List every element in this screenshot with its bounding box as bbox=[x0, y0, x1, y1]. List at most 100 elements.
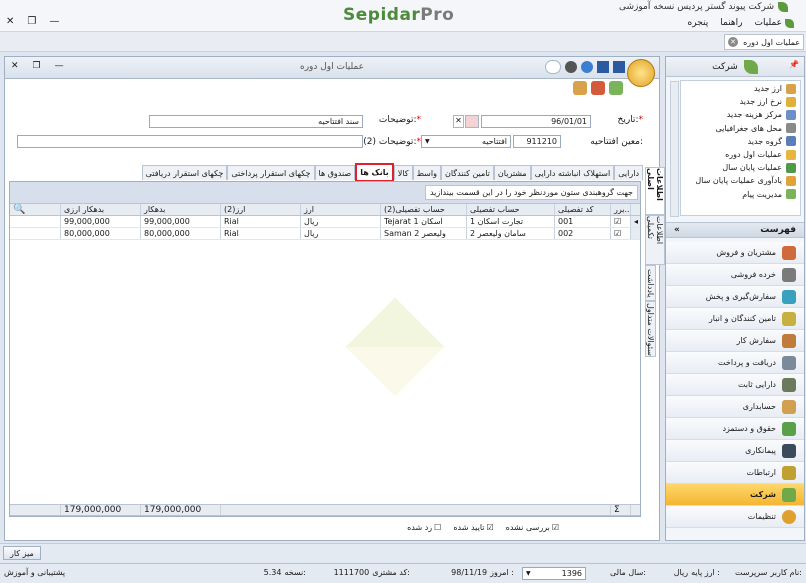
dropdown-icon[interactable] bbox=[545, 60, 561, 74]
group-icon bbox=[786, 136, 796, 147]
table-row[interactable]: ☑ 002 سامان ولیعصر 2 Saman ولیعصر 2 ریال… bbox=[10, 228, 640, 240]
sidebar-item-payroll[interactable]: حقوق و دستمزد bbox=[666, 418, 804, 440]
app-orb-icon[interactable] bbox=[627, 59, 655, 87]
search-icon[interactable]: 🔍 bbox=[10, 204, 60, 215]
sidebar-item-payments[interactable]: دریافت و پرداخت bbox=[666, 352, 804, 374]
row-checkbox[interactable]: ☑ bbox=[610, 216, 630, 227]
list-item[interactable]: عملیات پایان سال bbox=[681, 161, 800, 174]
new-doc-icon[interactable] bbox=[573, 81, 587, 95]
tab-banks[interactable]: بانک ها bbox=[355, 163, 394, 182]
support-link[interactable]: پشتیبانی و آموزش bbox=[4, 568, 65, 577]
col-debit[interactable]: بدهکار bbox=[140, 204, 220, 215]
list-item[interactable]: یادآوری عملیات پایان سال bbox=[681, 174, 800, 187]
list-item[interactable]: محل های جغرافیایی bbox=[681, 122, 800, 135]
list-item[interactable]: مدیریت پیام bbox=[681, 188, 800, 201]
document-tabstrip bbox=[0, 32, 806, 52]
sidebar-item-accounting[interactable]: حسابداری bbox=[666, 396, 804, 418]
chevron-down-icon[interactable]: ▼ bbox=[425, 138, 430, 145]
col-debit-fx[interactable]: بدهکار ارزی bbox=[60, 204, 140, 215]
side-tab-notes[interactable]: یادداشت bbox=[645, 265, 656, 301]
sidebar-item-communications[interactable]: ارتباطات bbox=[666, 462, 804, 484]
communications-icon bbox=[782, 465, 796, 480]
gear-icon bbox=[782, 509, 796, 524]
sidebar-item-suppliers[interactable]: تامین کنندگان و انبار bbox=[666, 308, 804, 330]
category-tabs: دارایی استهلاک انباشته دارایی مشتریان تا… bbox=[141, 163, 643, 182]
grid-panel: جهت گروهبندی ستون موردنظر خود را در این … bbox=[9, 181, 641, 517]
tab-intermediary[interactable]: واسط bbox=[412, 165, 441, 180]
list-item[interactable]: مرکز هزینه جدید bbox=[681, 108, 800, 121]
tab-goods[interactable]: کالا bbox=[393, 165, 413, 180]
opening-account-select[interactable]: ▼ افتتاحیه bbox=[421, 135, 511, 148]
clear-date-icon[interactable]: ✕ bbox=[453, 115, 464, 128]
tab-customers[interactable]: مشتریان bbox=[493, 165, 531, 180]
col-account[interactable]: حساب تفصیلی bbox=[466, 204, 554, 215]
list-item[interactable]: ارز جدید bbox=[681, 82, 800, 95]
row-indicator: ◂ bbox=[630, 216, 640, 227]
app-leaf-icon bbox=[778, 2, 788, 12]
filter-unchecked[interactable]: ☑ بررسی نشده bbox=[506, 523, 559, 532]
rate-icon bbox=[786, 96, 796, 107]
col-check[interactable]: برر... bbox=[610, 204, 630, 215]
sidebar-item-fixed-assets[interactable]: دارایی ثابت bbox=[666, 374, 804, 396]
sidebar-item-retail[interactable]: خرده فروشی bbox=[666, 264, 804, 286]
collapse-icon[interactable]: « bbox=[674, 225, 680, 235]
list-item[interactable]: گروه جدید bbox=[681, 135, 800, 148]
opening-account-code[interactable]: 911210 bbox=[513, 135, 561, 148]
menu-operations[interactable]: عملیات bbox=[755, 18, 794, 28]
close-icon[interactable]: ✕ bbox=[6, 16, 14, 27]
settings-icon[interactable] bbox=[565, 61, 577, 73]
confirm-icon[interactable] bbox=[609, 81, 623, 95]
sidebar-item-company[interactable]: شرکت bbox=[666, 484, 804, 506]
tab-suppliers[interactable]: تامین کنندگان bbox=[440, 165, 494, 180]
col-currency2[interactable]: ارز(2) bbox=[220, 204, 300, 215]
table-row[interactable]: ◂ ☑ 001 تجارت اسکان 1 Tejarat اسکان 1 ری… bbox=[10, 216, 640, 228]
desk-button[interactable]: میز کار bbox=[3, 546, 41, 560]
sidebar-item-settings[interactable]: تنظیمات bbox=[666, 506, 804, 528]
minimize-icon[interactable]: — bbox=[49, 16, 59, 27]
tab-assets[interactable]: دارایی bbox=[614, 165, 643, 180]
description2-input[interactable] bbox=[17, 135, 363, 148]
list-item[interactable]: عملیات اول دوره bbox=[681, 148, 800, 161]
save-icon[interactable] bbox=[597, 61, 609, 73]
col-currency[interactable]: ارز bbox=[300, 204, 380, 215]
row-checkbox[interactable]: ☑ bbox=[610, 228, 630, 239]
year-end-icon bbox=[786, 162, 796, 173]
sidebar-item-sales[interactable]: مشتریان و فروش bbox=[666, 242, 804, 264]
sidebar-item-contracting[interactable]: پیمانکاری bbox=[666, 440, 804, 462]
restore-icon[interactable]: ❐ bbox=[27, 16, 36, 27]
menu-help[interactable]: راهنما bbox=[720, 18, 742, 28]
description-input[interactable]: سند افتتاحیه bbox=[149, 115, 363, 128]
side-tab-faq[interactable]: سئوالات متداول bbox=[645, 301, 656, 357]
sidebar-item-work-order[interactable]: سفارش کار bbox=[666, 330, 804, 352]
menu-window[interactable]: پنجره bbox=[688, 18, 709, 28]
pin-icon[interactable]: 📌 bbox=[789, 60, 799, 69]
sidebar-scrollbar[interactable] bbox=[670, 81, 679, 217]
col-code[interactable]: کد تفصیلی bbox=[554, 204, 610, 215]
delete-icon[interactable] bbox=[591, 81, 605, 95]
form-toolbar bbox=[545, 60, 625, 74]
help-icon[interactable] bbox=[581, 61, 593, 73]
cell-account2: Saman ولیعصر 2 bbox=[380, 228, 466, 239]
tab-payable-checks[interactable]: چکهای استقرار پرداختی bbox=[227, 165, 315, 180]
chevron-down-icon[interactable]: ▼ bbox=[526, 570, 531, 577]
fiscal-year-select[interactable]: ▼ 1396 bbox=[522, 567, 586, 580]
close-tab-icon[interactable]: ✕ bbox=[728, 37, 738, 47]
tab-cash-boxes[interactable]: صندوق ها bbox=[314, 165, 356, 180]
sidebar-item-distribution[interactable]: سفارش‌گیری و پخش bbox=[666, 286, 804, 308]
side-tab-main[interactable]: اطلاعات اصلی bbox=[645, 167, 665, 215]
list-header[interactable]: فهرست « bbox=[666, 222, 804, 238]
date-input[interactable]: 96/01/01 bbox=[481, 115, 591, 128]
cell-code: 001 bbox=[554, 216, 610, 227]
side-tab-extra[interactable]: اطلاعات تکمیلی bbox=[645, 215, 665, 265]
tab-receivable-checks[interactable]: چکهای استقرار دریافتی bbox=[141, 165, 228, 180]
filter-confirmed[interactable]: ☑ تایید شده bbox=[453, 523, 493, 532]
date-buttons: ✕ bbox=[453, 115, 479, 128]
calendar-icon[interactable] bbox=[465, 115, 479, 128]
save-as-icon[interactable] bbox=[613, 61, 625, 73]
tab-depreciation[interactable]: استهلاک انباشته دارایی bbox=[530, 165, 615, 180]
filter-rejected[interactable]: ☐ رد شده bbox=[407, 523, 441, 532]
description-label: توضیحات:* bbox=[378, 115, 421, 125]
list-item[interactable]: نرخ ارز جدید bbox=[681, 95, 800, 108]
col-account2[interactable]: حساب تفصیلی(2) bbox=[380, 204, 466, 215]
document-tab[interactable]: ✕ عملیات اول دوره bbox=[724, 34, 804, 50]
